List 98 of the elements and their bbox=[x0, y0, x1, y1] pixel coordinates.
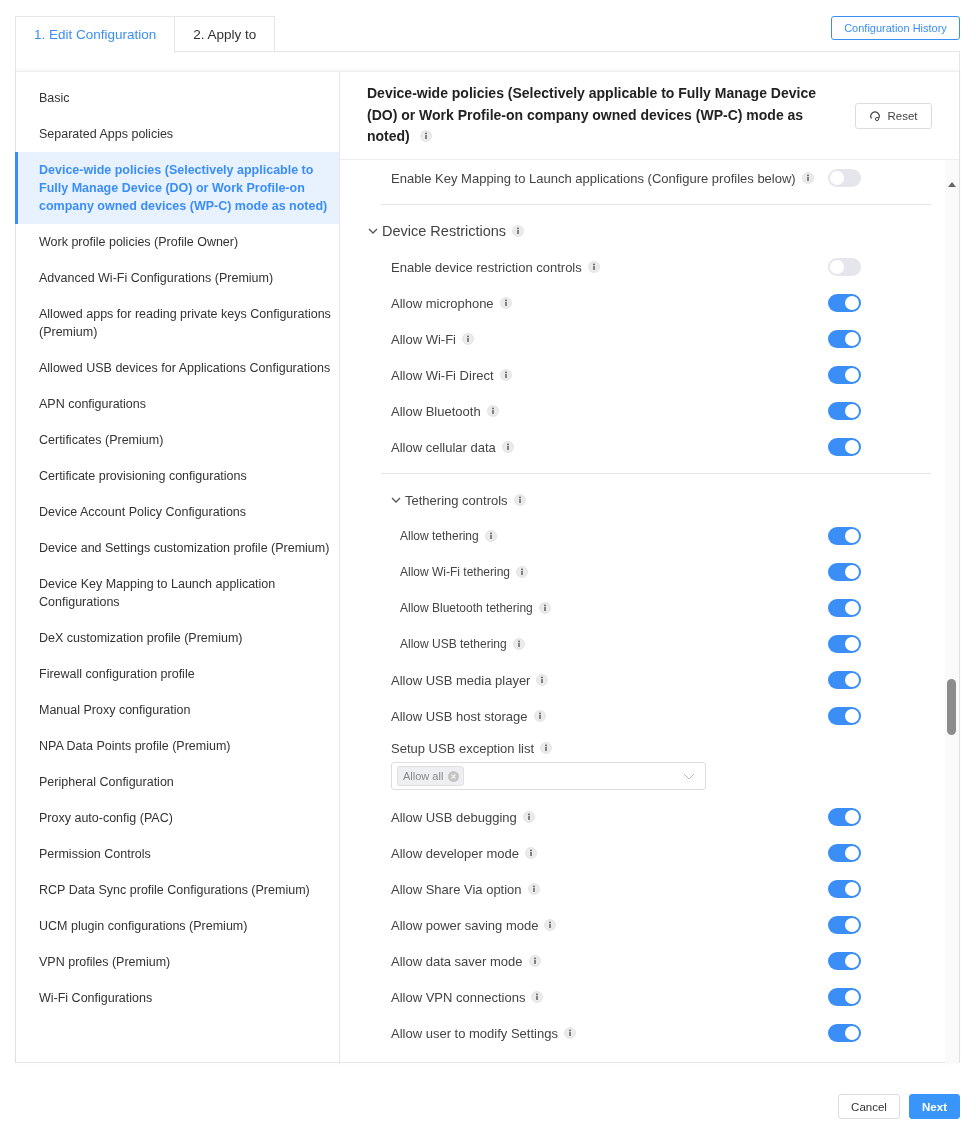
sidebar-item[interactable]: Advanced Wi-Fi Configurations (Premium) bbox=[15, 260, 339, 296]
sidebar-item[interactable]: APN configurations bbox=[15, 386, 339, 422]
toggle-switch[interactable] bbox=[828, 635, 861, 653]
sidebar-item[interactable]: Basic bbox=[15, 80, 339, 116]
section-title[interactable]: Device Restrictions bbox=[382, 223, 507, 239]
toggle-switch[interactable] bbox=[828, 988, 861, 1006]
sidebar-item[interactable]: UCM plugin configurations (Premium) bbox=[15, 908, 339, 944]
info-icon bbox=[538, 602, 551, 614]
info-icon bbox=[563, 1027, 576, 1039]
toggle-switch[interactable] bbox=[828, 880, 861, 898]
panel-title: Device-wide policies (Selectively applicable to Fully Manage Device (DO) or Work Profile-on company owned devices (WP-C) mode as noted) bbox=[367, 84, 817, 147]
setting-label: Allow USB host storage bbox=[391, 708, 528, 724]
toggle-switch[interactable] bbox=[828, 671, 861, 689]
info-icon bbox=[501, 441, 514, 453]
setting-label: Allow cellular data bbox=[391, 439, 496, 455]
scrollbar-thumb[interactable] bbox=[947, 679, 956, 735]
info-icon bbox=[512, 225, 525, 237]
toggle-switch[interactable] bbox=[828, 844, 861, 862]
toggle-switch[interactable] bbox=[828, 808, 861, 826]
info-icon bbox=[587, 261, 600, 273]
toggle-switch[interactable] bbox=[828, 294, 861, 312]
info-icon bbox=[512, 638, 525, 650]
sidebar-item[interactable]: Wi-Fi Configurations bbox=[15, 980, 339, 1016]
toggle-switch[interactable] bbox=[828, 1024, 861, 1042]
info-icon bbox=[522, 811, 535, 823]
sidebar-item[interactable]: Permission Controls bbox=[15, 836, 339, 872]
toggle-switch[interactable] bbox=[828, 402, 861, 420]
toggle-switch[interactable] bbox=[828, 599, 861, 617]
sidebar-item[interactable]: Allowed USB devices for Applications Configurations bbox=[15, 350, 339, 386]
sidebar-item[interactable]: RCP Data Sync profile Configurations (Premium) bbox=[15, 872, 339, 908]
info-icon bbox=[524, 847, 537, 859]
info-icon bbox=[536, 674, 549, 686]
section-title[interactable]: Tethering controls bbox=[405, 492, 508, 508]
info-icon bbox=[533, 710, 546, 722]
sidebar-item[interactable]: Proxy auto-config (PAC) bbox=[15, 800, 339, 836]
info-icon bbox=[513, 494, 526, 506]
info-icon bbox=[486, 405, 499, 417]
info-icon bbox=[516, 566, 529, 578]
setting-label: Allow Bluetooth bbox=[391, 403, 481, 419]
info-icon bbox=[462, 333, 474, 345]
info-icon bbox=[531, 991, 544, 1003]
sidebar-item[interactable]: Certificate provisioning configurations bbox=[15, 458, 339, 494]
setting-label: Allow Share Via option bbox=[391, 881, 522, 897]
toggle-switch[interactable] bbox=[828, 563, 861, 581]
toggle-switch[interactable] bbox=[828, 916, 861, 934]
sidebar-item[interactable]: Firewall configuration profile bbox=[15, 656, 339, 692]
reset-icon bbox=[869, 109, 882, 122]
sidebar-item[interactable]: Allowed apps for reading private keys Configurations (Premium) bbox=[15, 296, 339, 350]
tab[interactable]: 2. Apply to bbox=[175, 16, 276, 52]
setting-label: Allow VPN connections bbox=[391, 989, 526, 1005]
info-icon bbox=[484, 530, 497, 542]
toggle-switch[interactable] bbox=[828, 707, 861, 725]
sidebar-item[interactable]: Certificates (Premium) bbox=[15, 422, 339, 458]
cancel-button[interactable]: Cancel bbox=[838, 1094, 900, 1119]
sidebar-item[interactable]: Peripheral Configuration bbox=[15, 764, 339, 800]
sidebar-item[interactable]: DeX customization profile (Premium) bbox=[15, 620, 339, 656]
sidebar-item[interactable]: Device Account Policy Configurations bbox=[15, 494, 339, 530]
toggle-switch[interactable] bbox=[828, 366, 861, 384]
toggle-switch[interactable] bbox=[828, 438, 861, 456]
setting-label: Allow power saving mode bbox=[391, 917, 539, 933]
setting-label: Enable device restriction controls bbox=[391, 259, 582, 275]
sidebar-item[interactable]: NPA Data Points profile (Premium) bbox=[15, 728, 339, 764]
setting-label: Allow USB debugging bbox=[391, 809, 517, 825]
info-icon bbox=[544, 919, 557, 931]
setting-label: Allow data saver mode bbox=[391, 953, 523, 969]
info-icon bbox=[801, 172, 814, 184]
sidebar-item[interactable]: Manual Proxy configuration bbox=[15, 692, 339, 728]
setting-label: Allow tethering bbox=[400, 529, 479, 543]
tag: Allow all bbox=[397, 766, 465, 786]
info-icon bbox=[528, 955, 541, 967]
toggle-switch[interactable] bbox=[828, 169, 861, 187]
setting-label: Allow Wi-Fi Direct bbox=[391, 367, 494, 383]
setting-label: Allow microphone bbox=[391, 295, 494, 311]
toggle-switch[interactable] bbox=[828, 527, 861, 545]
setting-label: Setup USB exception list bbox=[391, 740, 535, 756]
info-icon bbox=[499, 297, 512, 309]
setting-label: Allow USB tethering bbox=[400, 637, 507, 651]
toggle-switch[interactable] bbox=[828, 258, 861, 276]
reset-button[interactable]: Reset bbox=[855, 102, 932, 129]
setting-label: Enable Key Mapping to Launch applications (Configure profiles below) bbox=[391, 170, 796, 186]
setting-label: Allow Wi-Fi tethering bbox=[400, 565, 511, 579]
info-icon bbox=[419, 130, 432, 143]
setting-label: Allow developer mode bbox=[391, 845, 519, 861]
setting-label: Allow Bluetooth tethering bbox=[400, 601, 533, 615]
sidebar-item[interactable]: Separated Apps policies bbox=[15, 116, 339, 152]
setting-label: Allow user to modify Settings bbox=[391, 1025, 558, 1041]
scroll-up-icon[interactable] bbox=[947, 181, 957, 188]
toggle-switch[interactable] bbox=[828, 952, 861, 970]
sidebar-item[interactable]: Work profile policies (Profile Owner) bbox=[15, 224, 339, 260]
sidebar-item[interactable]: Device and Settings customization profile (Premium) bbox=[15, 530, 339, 566]
setting-label: Allow Wi-Fi bbox=[391, 331, 456, 347]
toggle-switch[interactable] bbox=[828, 330, 861, 348]
info-icon bbox=[527, 883, 540, 895]
sidebar-item[interactable]: VPN profiles (Premium) bbox=[15, 944, 339, 980]
info-icon bbox=[499, 369, 512, 381]
info-icon bbox=[540, 742, 553, 754]
setting-label: Allow USB media player bbox=[391, 672, 531, 688]
sidebar-item[interactable]: Device Key Mapping to Launch application Configurations bbox=[15, 566, 339, 620]
